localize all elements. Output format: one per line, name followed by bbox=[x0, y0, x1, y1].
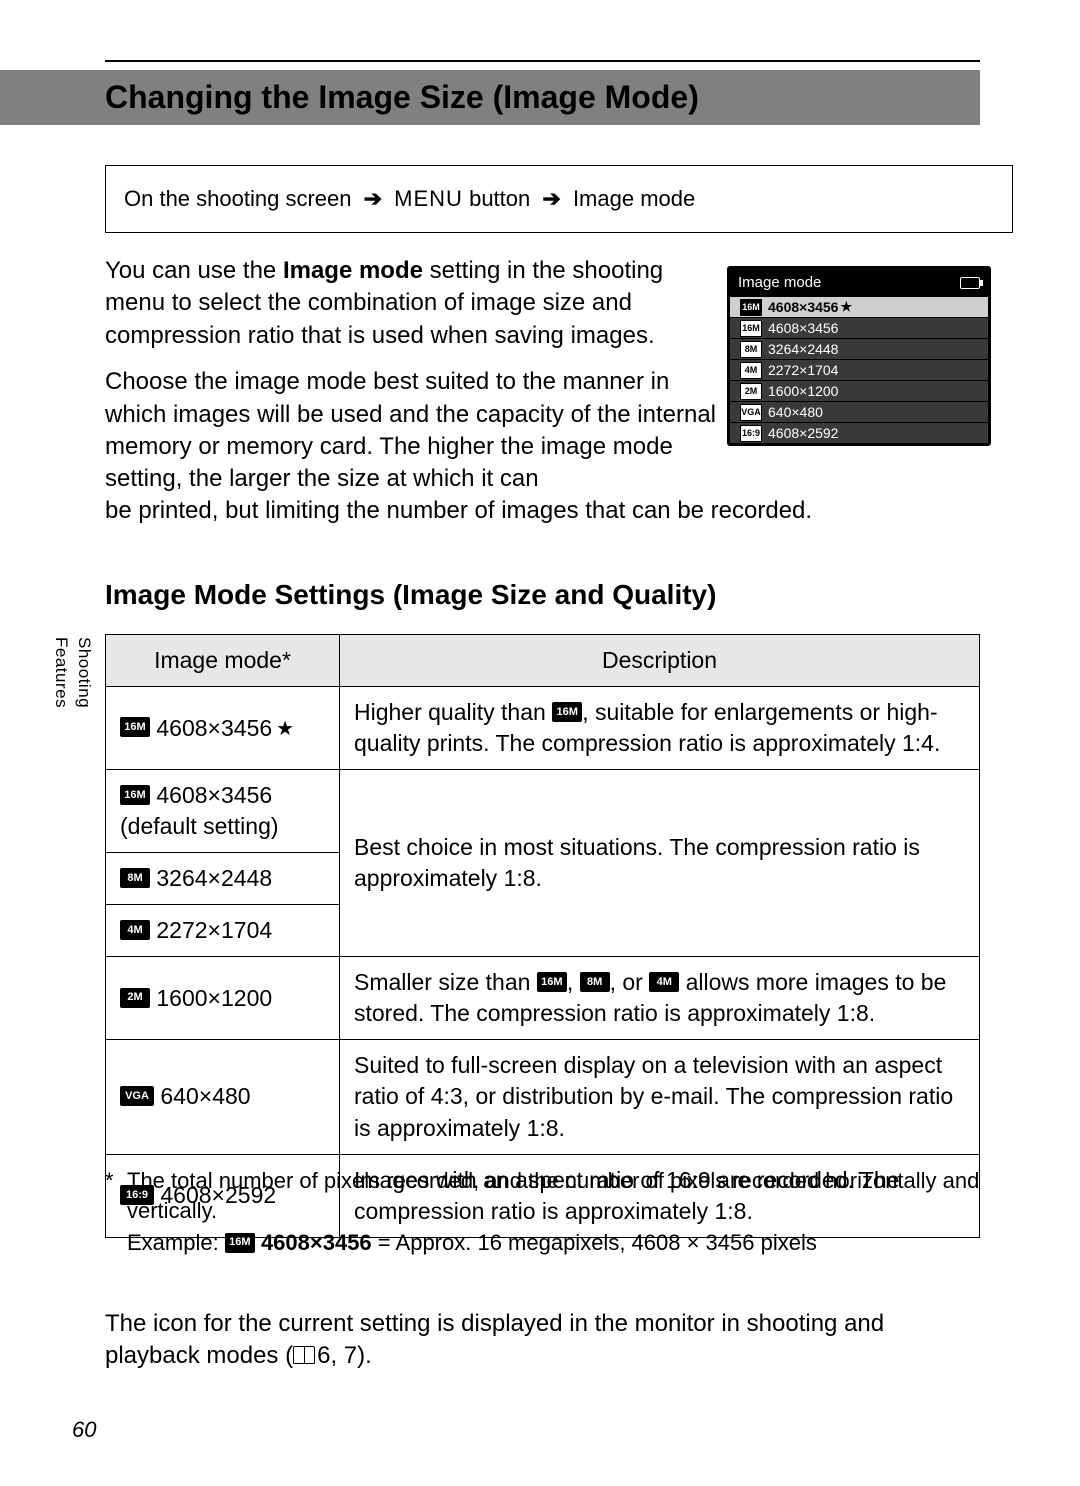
camera-menu-item: 16M 4608×3456 bbox=[730, 318, 988, 339]
table-row-mode: 16M 4608×3456 (default setting) bbox=[106, 770, 340, 853]
mode-sub: (default setting) bbox=[120, 813, 279, 839]
camera-menu-item: 16M 4608×3456★ bbox=[730, 297, 988, 318]
camera-menu-item-icon: 4M bbox=[740, 362, 762, 379]
camera-menu-item-label: 640×480 bbox=[768, 403, 823, 422]
camera-menu-item-label: 1600×1200 bbox=[768, 382, 838, 401]
breadcrumb: On the shooting screen ➔ MENU button ➔ I… bbox=[105, 165, 1013, 233]
camera-menu-item-label: 4608×3456 bbox=[768, 298, 838, 317]
asterisk: * bbox=[105, 1166, 127, 1225]
mode-icon-8m: 8M bbox=[580, 972, 610, 992]
camera-menu-item-icon: VGA bbox=[740, 404, 762, 421]
camera-menu-item: 2M 1600×1200 bbox=[730, 381, 988, 402]
table-row-desc: Higher quality than 16M, suitable for en… bbox=[340, 687, 980, 770]
mode-icon-16m: 16M bbox=[537, 972, 567, 992]
mode-label: 4608×3456 bbox=[150, 782, 272, 808]
camera-menu-title-bar: Image mode bbox=[730, 269, 988, 297]
camera-menu-item-icon: 8M bbox=[740, 341, 762, 358]
mode-icon-2m: 2M bbox=[120, 988, 150, 1008]
arrow-icon: ➔ bbox=[542, 186, 560, 211]
camera-menu-list: 16M 4608×3456★ 16M 4608×3456 8M 3264×2448 4M 22… bbox=[730, 297, 988, 443]
desc-text: , bbox=[567, 969, 580, 995]
camera-menu-item-icon: 2M bbox=[740, 383, 762, 400]
desc-text: , or bbox=[610, 969, 650, 995]
camera-menu-item-icon: 16:9 bbox=[740, 425, 762, 442]
side-tab: Shooting Features bbox=[49, 637, 95, 708]
title-bar: Changing the Image Size (Image Mode) bbox=[0, 70, 980, 125]
camera-menu-item-label: 3264×2448 bbox=[768, 340, 838, 359]
table-row-mode: VGA 640×480 bbox=[106, 1040, 340, 1154]
mode-icon-vga: VGA bbox=[120, 1086, 154, 1106]
camera-menu-item-label: 4608×3456 bbox=[768, 319, 838, 338]
table-row-desc: Best choice in most situations. The comp… bbox=[340, 770, 980, 957]
book-icon bbox=[293, 1346, 315, 1364]
footnote-ex: Example: bbox=[127, 1230, 225, 1255]
desc-text: Smaller size than bbox=[354, 969, 537, 995]
top-rule bbox=[105, 60, 980, 62]
table-row-desc: Smaller size than 16M, 8M, or 4M allows … bbox=[340, 957, 980, 1040]
mode-label: 3264×2448 bbox=[150, 865, 272, 891]
footnote: * The total number of pixels recorded, a… bbox=[105, 1166, 980, 1258]
intro-p1b: Image mode bbox=[283, 257, 423, 284]
mode-label: 4608×3456 bbox=[150, 715, 272, 741]
table-row-desc: Suited to full-screen display on a telev… bbox=[340, 1040, 980, 1154]
table-row-mode: 16M 4608×3456★ bbox=[106, 687, 340, 770]
mode-icon-16m: 16M bbox=[552, 702, 582, 722]
intro-wide: be printed, but limiting the number of i… bbox=[105, 495, 980, 527]
camera-menu-item: 4M 2272×1704 bbox=[730, 360, 988, 381]
camera-menu-item: 8M 3264×2448 bbox=[730, 339, 988, 360]
intro-p2a: Choose the image mode best suited to the… bbox=[105, 366, 720, 496]
intro-text: You can use the Image mode setting in th… bbox=[105, 255, 720, 510]
desc-text: Higher quality than bbox=[354, 699, 552, 725]
table-row-mode: 2M 1600×1200 bbox=[106, 957, 340, 1040]
footnote-text: The total number of pixels recorded, and… bbox=[127, 1166, 980, 1225]
crumb-part1: On the shooting screen bbox=[124, 186, 351, 211]
page-number: 60 bbox=[72, 1415, 96, 1445]
star-icon: ★ bbox=[840, 298, 852, 316]
mode-label: 1600×1200 bbox=[150, 985, 272, 1011]
closing-b: 6, 7). bbox=[317, 1342, 372, 1369]
closing-a: The icon for the current setting is disp… bbox=[105, 1310, 884, 1369]
crumb-part3: Image mode bbox=[573, 186, 695, 211]
camera-menu-item-icon: 16M bbox=[740, 299, 762, 316]
mode-icon-16m-star: 16M bbox=[120, 717, 150, 737]
arrow-icon: ➔ bbox=[364, 186, 382, 211]
mode-icon-4m: 4M bbox=[120, 920, 150, 940]
intro-p1a: You can use the bbox=[105, 257, 283, 284]
table-row-mode: 8M 3264×2448 bbox=[106, 853, 340, 905]
mode-icon-8m: 8M bbox=[120, 868, 150, 888]
mode-icon-16m: 16M bbox=[120, 785, 150, 805]
camera-menu-item-icon: 16M bbox=[740, 320, 762, 337]
crumb-part2: button bbox=[469, 186, 530, 211]
camera-menu-item-label: 4608×2592 bbox=[768, 424, 838, 443]
image-mode-table: Image mode* Description 16M 4608×3456★ H… bbox=[105, 634, 980, 1238]
table-row-mode: 4M 2272×1704 bbox=[106, 905, 340, 957]
mode-icon-16m: 16M bbox=[225, 1233, 255, 1253]
footnote-ex-bold: 4608×3456 bbox=[255, 1230, 372, 1255]
th-description: Description bbox=[340, 635, 980, 687]
camera-menu-mock: Image mode 16M 4608×3456★ 16M 4608×3456 8M 32… bbox=[727, 266, 991, 446]
section-heading: Image Mode Settings (Image Size and Qual… bbox=[105, 576, 716, 614]
footnote-ex-rest: = Approx. 16 megapixels, 4608 × 3456 pix… bbox=[372, 1230, 817, 1255]
camera-menu-item: 16:9 4608×2592 bbox=[730, 423, 988, 443]
camera-menu-item-label: 2272×1704 bbox=[768, 361, 838, 380]
camera-menu-title: Image mode bbox=[738, 273, 821, 293]
battery-icon bbox=[960, 277, 980, 289]
menu-button-label: MENU bbox=[394, 186, 463, 211]
camera-menu-item: VGA 640×480 bbox=[730, 402, 988, 423]
page-title: Changing the Image Size (Image Mode) bbox=[105, 76, 699, 119]
closing-text: The icon for the current setting is disp… bbox=[105, 1308, 980, 1373]
star-icon: ★ bbox=[276, 718, 294, 740]
th-image-mode: Image mode* bbox=[106, 635, 340, 687]
mode-label: 640×480 bbox=[154, 1083, 251, 1109]
mode-icon-4m: 4M bbox=[649, 972, 679, 992]
intro-p2b: be printed, but limiting the number of i… bbox=[105, 497, 812, 524]
mode-label: 2272×1704 bbox=[150, 917, 272, 943]
